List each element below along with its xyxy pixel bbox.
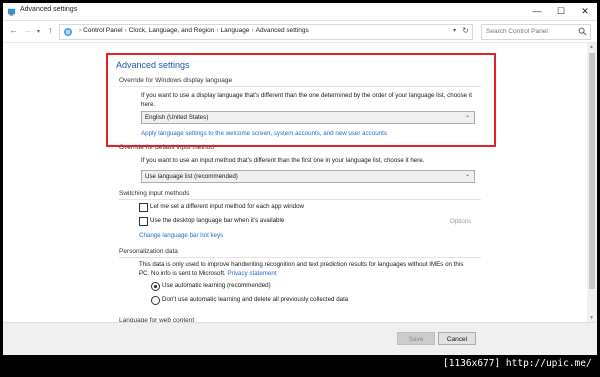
address-dropdown-icon[interactable]: ▾ xyxy=(453,27,456,34)
switching-section-title: Switching input methods xyxy=(119,190,190,197)
address-toolbar: ← → ▾ ↑ › Control Panel › Clock, Language, … xyxy=(3,21,597,43)
minimize-button[interactable]: — xyxy=(525,3,549,20)
desktop-language-bar-checkbox[interactable] xyxy=(139,217,148,226)
privacy-statement-link[interactable]: Privacy statement xyxy=(227,270,276,277)
refresh-icon[interactable]: ↻ xyxy=(462,26,469,35)
vertical-scrollbar[interactable]: ▲ ▼ xyxy=(587,43,597,322)
breadcrumb-advanced-settings[interactable]: Advanced settings xyxy=(256,27,309,34)
back-arrow-icon[interactable]: ← xyxy=(9,25,18,35)
scrollbar-thumb[interactable] xyxy=(589,53,595,289)
dialog-footer: Save Cancel xyxy=(3,322,597,355)
window: Advanced settings — ☐ ✕ ← → ▾ ↑ › Control… xyxy=(3,3,597,355)
personalization-description-line2: PC. No info is sent to Microsoft. xyxy=(139,270,226,277)
input-method-selected: Use language list (recommended) xyxy=(145,172,238,180)
recent-locations-chevron-icon[interactable]: ▾ xyxy=(37,28,40,35)
breadcrumb-control-panel[interactable]: Control Panel xyxy=(83,27,122,34)
scroll-down-icon[interactable]: ▼ xyxy=(589,315,594,321)
save-button[interactable]: Save xyxy=(397,332,435,345)
search-placeholder: Search Control Panel xyxy=(486,28,548,35)
automatic-learning-radio[interactable] xyxy=(151,282,160,291)
control-panel-app-icon xyxy=(7,8,16,16)
personalization-section-title: Personalization data xyxy=(119,248,178,255)
search-icon[interactable] xyxy=(578,27,587,36)
address-bar[interactable]: › Control Panel › Clock, Language, and Regi… xyxy=(59,24,473,40)
options-link[interactable]: Options xyxy=(450,218,471,225)
maximize-button[interactable]: ☐ xyxy=(549,3,573,20)
up-arrow-icon[interactable]: ↑ xyxy=(48,25,53,35)
no-automatic-learning-label: Don't use automatic learning and delete … xyxy=(162,296,349,303)
control-panel-icon xyxy=(64,28,72,36)
input-method-description: If you want to use an input method that'… xyxy=(141,157,425,164)
breadcrumb: › Control Panel › Clock, Language, and Regi… xyxy=(79,27,309,34)
section-divider xyxy=(119,199,481,200)
scroll-up-icon[interactable]: ▲ xyxy=(589,44,594,50)
no-automatic-learning-radio[interactable] xyxy=(151,296,160,305)
forward-arrow-icon[interactable]: → xyxy=(23,25,32,35)
cancel-button[interactable]: Cancel xyxy=(438,332,476,345)
input-method-dropdown[interactable]: Use language list (recommended) ⌄ xyxy=(141,170,475,183)
personalization-description-line1: This data is only used to improve handwr… xyxy=(139,261,464,268)
watermark-text: [1136x677] http://upic.me/ xyxy=(443,358,592,369)
window-title: Advanced settings xyxy=(20,6,78,13)
breadcrumb-language[interactable]: Language xyxy=(221,27,250,34)
per-app-input-label: Let me set a different input method for … xyxy=(150,203,304,210)
section-divider xyxy=(119,257,481,258)
highlight-annotation-box xyxy=(106,53,496,147)
automatic-learning-label: Use automatic learning (recommended) xyxy=(162,282,271,289)
per-app-input-checkbox[interactable] xyxy=(139,203,148,212)
settings-content: Advanced settings Override for Windows d… xyxy=(3,43,597,324)
close-button[interactable]: ✕ xyxy=(573,3,597,20)
desktop-language-bar-label: Use the desktop language bar when it's a… xyxy=(150,217,285,224)
search-box[interactable]: Search Control Panel xyxy=(481,24,591,40)
title-bar: Advanced settings — ☐ ✕ xyxy=(3,3,597,21)
chevron-down-icon: ⌄ xyxy=(464,172,470,178)
change-hot-keys-link[interactable]: Change language bar hot keys xyxy=(139,232,223,239)
breadcrumb-clock-language-region[interactable]: Clock, Language, and Region xyxy=(129,27,215,34)
personalization-description: This data is only used to improve handwr… xyxy=(139,260,484,278)
